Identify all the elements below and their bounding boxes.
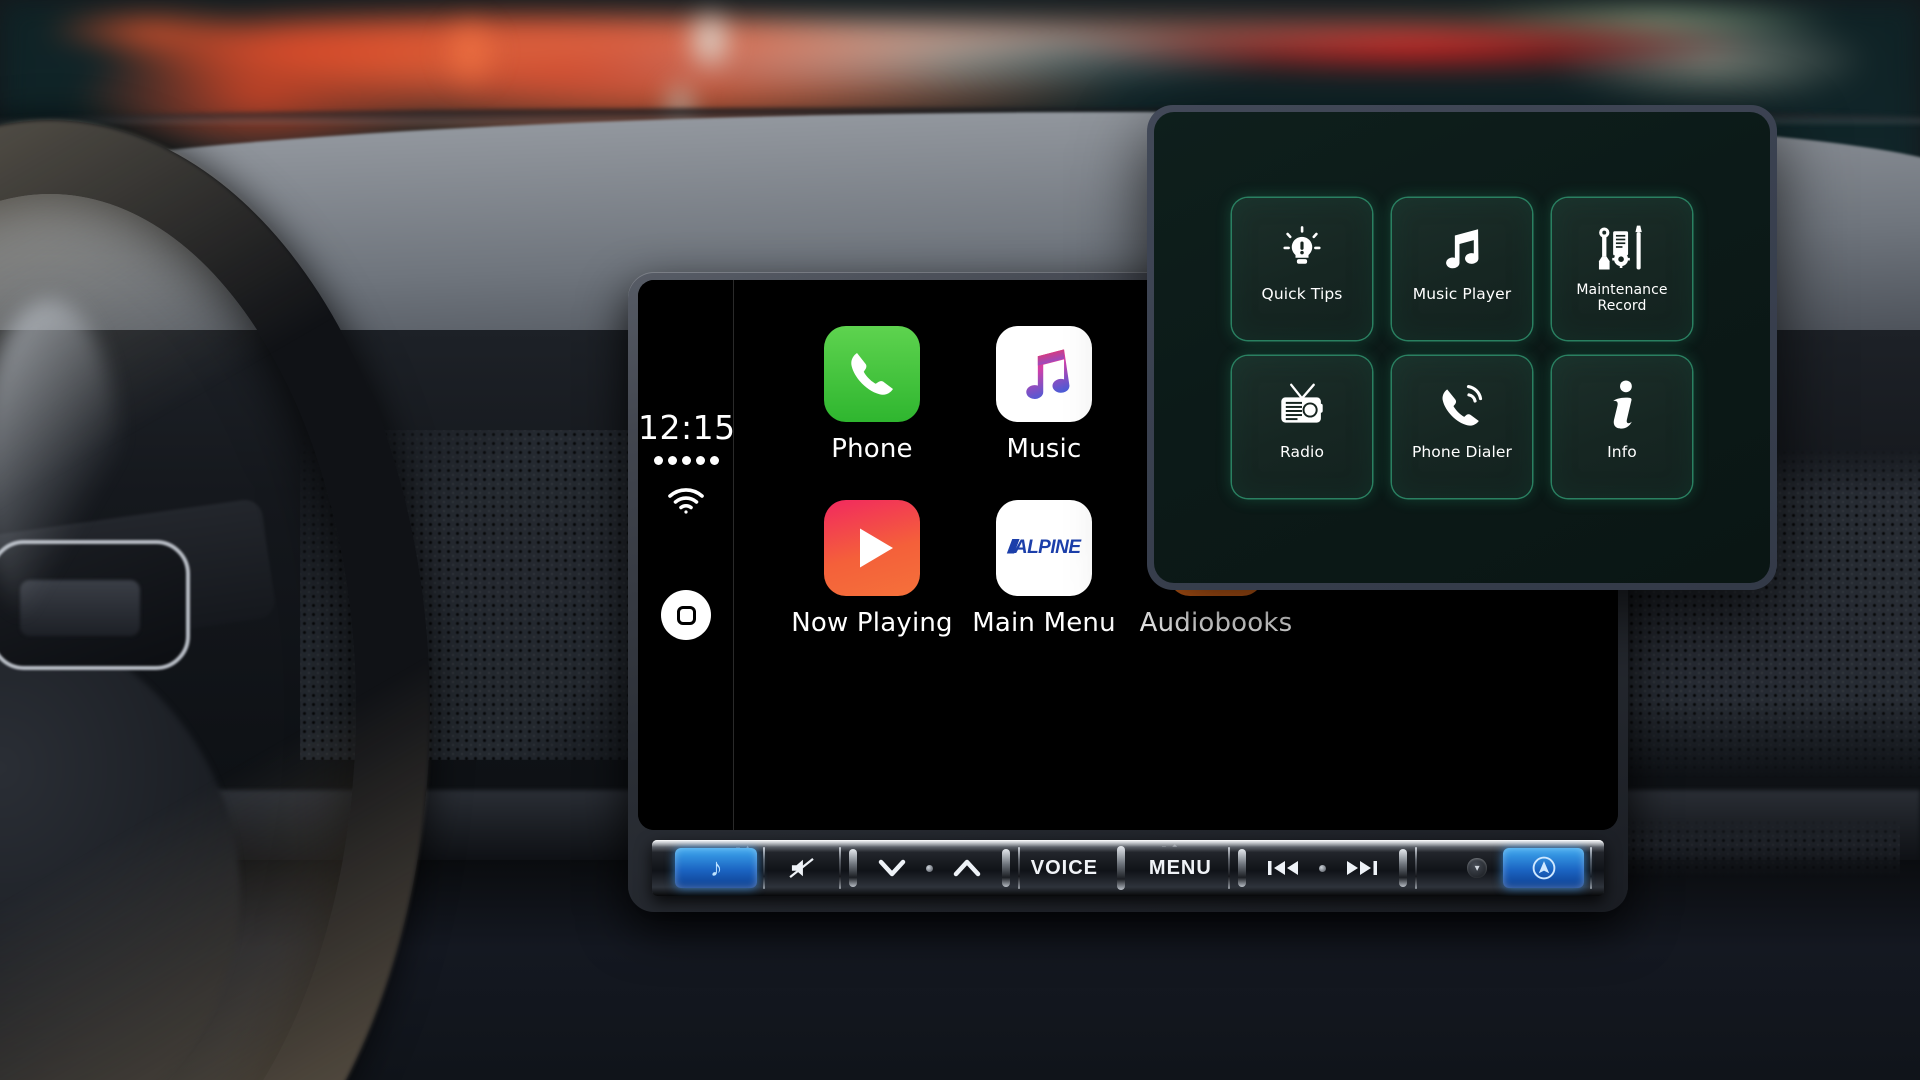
- overlay-tile-label: Radio: [1279, 442, 1325, 461]
- volume-up-button[interactable]: [940, 846, 994, 890]
- music-note-icon: [1437, 220, 1487, 276]
- wrench-screwdriver-document-icon: [1594, 220, 1650, 276]
- overlay-tile-info[interactable]: Info: [1552, 355, 1692, 498]
- info-italic-icon: [1601, 378, 1643, 434]
- play-triangle-icon: [824, 500, 920, 596]
- music-note-icon: [996, 326, 1092, 422]
- volume-down-button[interactable]: [865, 846, 919, 890]
- alpine-logo-icon: /////ALPINE: [996, 500, 1092, 596]
- carplay-app-label: Audiobooks: [1139, 608, 1293, 638]
- carplay-app-phone[interactable]: Phone: [786, 308, 958, 464]
- scene-root: 12:15 Phone Music Now Playing ///// ALPI…: [0, 0, 1920, 1080]
- carplay-app-label: Main Menu: [972, 608, 1116, 638]
- strip-indicator-dot-2: [1318, 864, 1326, 872]
- music-note-icon: ♪: [709, 853, 723, 882]
- carplay-app-music[interactable]: Music: [958, 308, 1130, 464]
- overlay-tile-music-player[interactable]: Music Player: [1392, 197, 1532, 340]
- strip-pill-right2: [1398, 849, 1407, 887]
- overlay-tile-label-line2: Record: [1597, 297, 1647, 314]
- overlay-tile-label: Music Player: [1412, 284, 1512, 303]
- button-divider: [1227, 847, 1230, 889]
- phone-icon: [824, 326, 920, 422]
- phone-call-icon: [1435, 378, 1489, 434]
- chevron-up-icon: [953, 859, 981, 877]
- carplay-status-sidebar: 12:15: [638, 280, 736, 830]
- power-circle-icon: [1532, 856, 1555, 880]
- carplay-home-button[interactable]: [661, 590, 711, 640]
- overlay-tile-label-line1: Maintenance: [1576, 281, 1668, 298]
- carplay-signal-dots: [638, 456, 734, 465]
- alpine-logo-text: ALPINE: [1013, 537, 1081, 558]
- skip-forward-icon: [1346, 861, 1377, 875]
- track-next-button[interactable]: [1333, 846, 1391, 890]
- speaker-mute-icon: [789, 857, 814, 879]
- head-unit-button-strip: – ▴ – ⏶ ♪: [652, 840, 1604, 896]
- carplay-app-now-playing[interactable]: Now Playing: [786, 482, 958, 638]
- strip-pill-left2: [1237, 849, 1246, 887]
- skip-back-icon: [1267, 861, 1298, 875]
- strip-indicator-dot: [925, 864, 933, 872]
- button-divider: [838, 847, 841, 889]
- overlay-tile-grid: Quick Tips Music Player Maintenance Reco…: [1232, 197, 1692, 498]
- strip-pill-right: [1001, 849, 1010, 887]
- track-previous-button[interactable]: [1254, 846, 1312, 890]
- overlay-tile-radio[interactable]: Radio: [1232, 355, 1372, 498]
- overlay-panel-inner: Quick Tips Music Player Maintenance Reco…: [1154, 112, 1770, 583]
- strip-pill-left: [848, 849, 857, 887]
- home-button-icon: [676, 605, 696, 625]
- overlay-tile-label: Maintenance Record: [1570, 282, 1673, 314]
- radio-icon: [1275, 378, 1329, 434]
- audio-source-button[interactable]: ♪: [675, 848, 757, 888]
- button-divider: [1414, 847, 1417, 889]
- carplay-app-label: Phone: [831, 434, 913, 464]
- power-button[interactable]: [1502, 848, 1585, 888]
- lightbulb-alert-icon: [1276, 220, 1328, 276]
- wifi-icon: [668, 488, 704, 514]
- chevron-down-icon: [878, 859, 905, 877]
- carplay-app-label: Now Playing: [791, 608, 953, 638]
- overlay-tile-quick-tips[interactable]: Quick Tips: [1232, 197, 1372, 340]
- mute-button[interactable]: [765, 846, 839, 890]
- eject-down-icon: ▾: [1474, 862, 1480, 874]
- carplay-clock: 12:15: [638, 408, 736, 447]
- overlay-tile-phone-dialer[interactable]: Phone Dialer: [1392, 355, 1532, 498]
- menu-button[interactable]: MENU: [1133, 846, 1228, 890]
- app-menu-overlay-panel: Quick Tips Music Player Maintenance Reco…: [1147, 105, 1777, 590]
- overlay-tile-label: Phone Dialer: [1411, 442, 1513, 461]
- overlay-tile-label: Quick Tips: [1261, 284, 1343, 303]
- voice-button[interactable]: VOICE: [1020, 846, 1109, 890]
- eject-button[interactable]: ▾: [1467, 858, 1487, 878]
- carplay-app-label: Music: [1006, 434, 1082, 464]
- button-divider: [1590, 847, 1593, 889]
- carplay-app-main-menu[interactable]: /////ALPINE Main Menu: [958, 482, 1130, 638]
- overlay-tile-label: Info: [1607, 442, 1637, 461]
- strip-pill-center: [1117, 846, 1125, 890]
- overlay-tile-maintenance-record[interactable]: Maintenance Record: [1552, 197, 1692, 340]
